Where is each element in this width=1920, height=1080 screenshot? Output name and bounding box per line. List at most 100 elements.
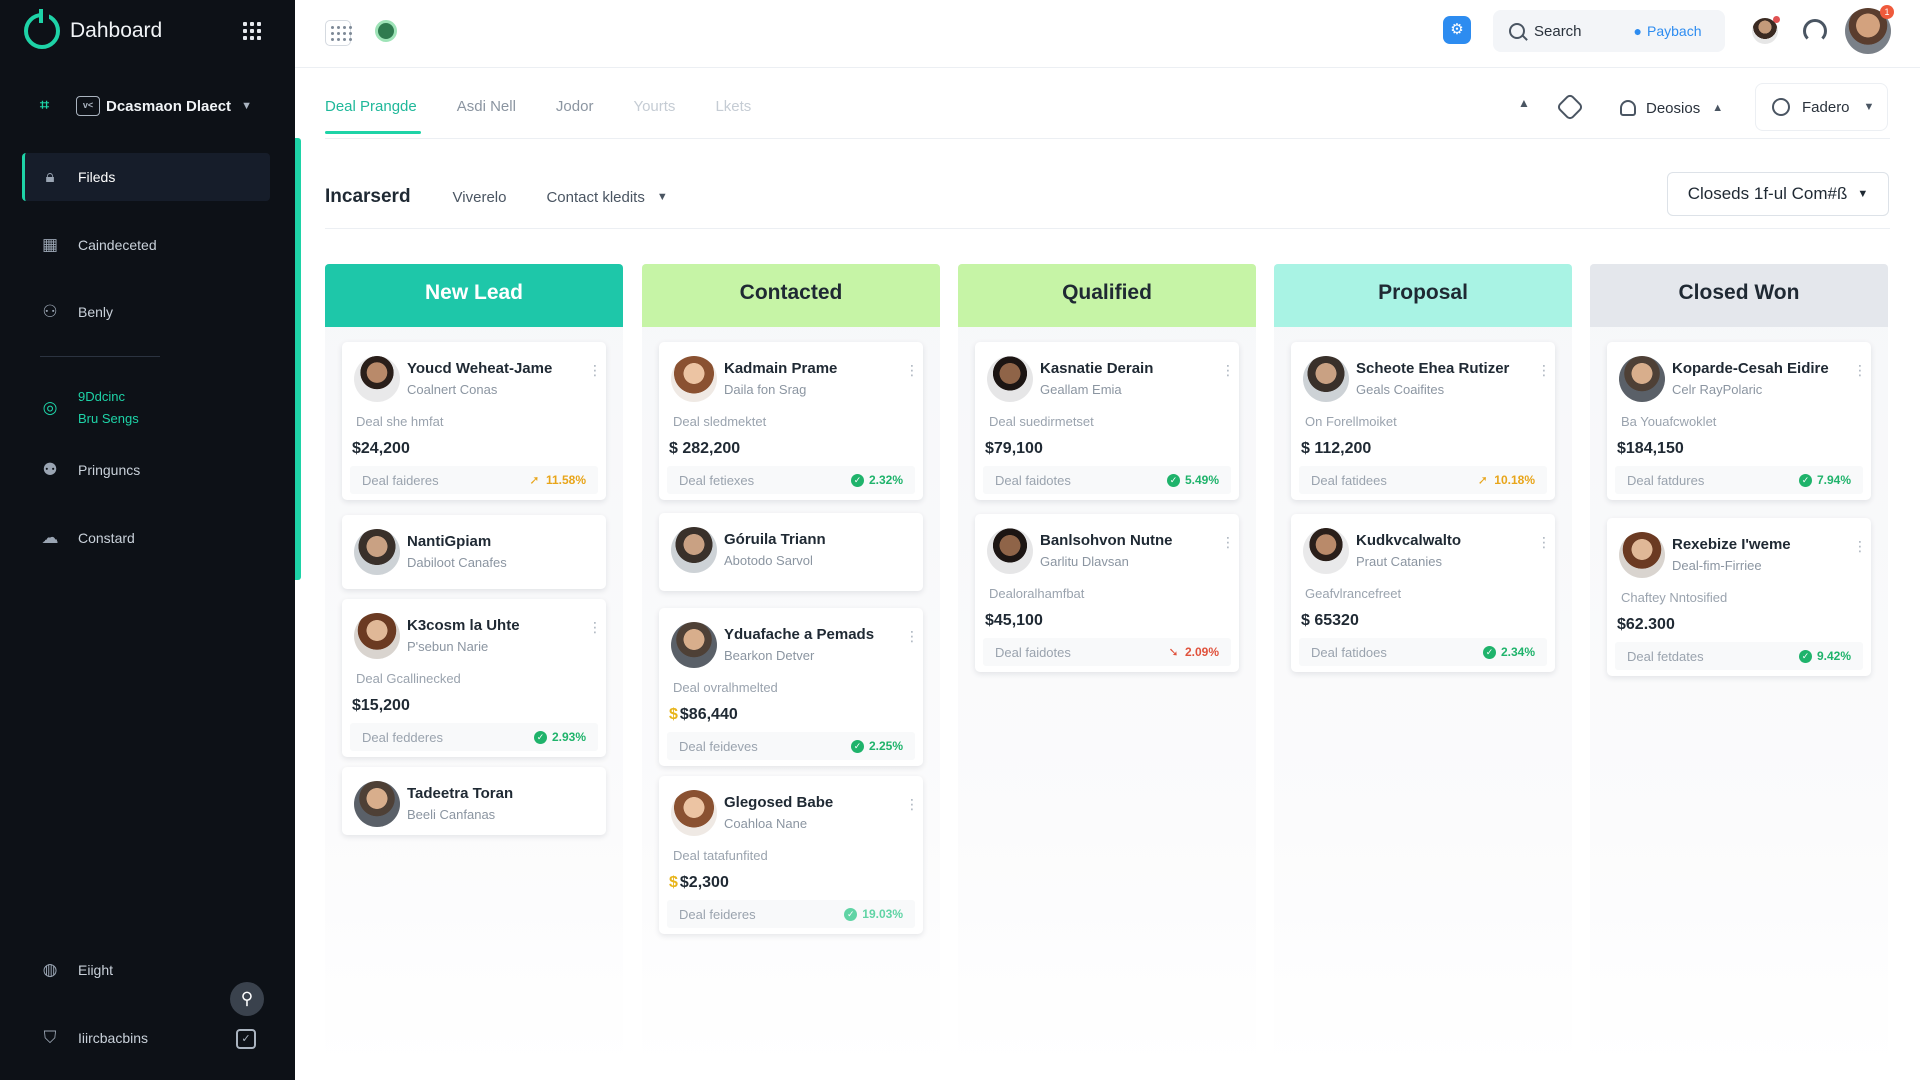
column-header[interactable]: Proposal	[1274, 264, 1572, 327]
more-options-icon[interactable]: ⋮	[588, 620, 602, 634]
inbox-check-icon[interactable]: ✓	[236, 1029, 256, 1049]
sidebar-item-constard[interactable]: ☁︎ Constard	[22, 514, 270, 562]
deal-card[interactable]: Góruila Triann Abotodo Sarvol	[659, 513, 923, 591]
notification-badge: 1	[1880, 5, 1894, 19]
avatar	[987, 356, 1033, 402]
chevron-down-icon[interactable]: ▼	[657, 191, 668, 203]
deal-card[interactable]: K3cosm la Uhte P'sebun Narie ⋮ Deal Gcal…	[342, 599, 606, 757]
sidebar-item-iiircbacbins[interactable]: ⛉ Iiircbacbins	[22, 1014, 270, 1062]
check-circle-icon: ✓	[850, 473, 864, 487]
deal-card[interactable]: Rexebize I'weme Deal-fim-Firriee ⋮ Chaft…	[1607, 518, 1871, 676]
tab-yourts[interactable]: Yourts	[633, 86, 675, 134]
more-options-icon[interactable]: ⋮	[588, 363, 602, 377]
deal-footer: Deal faidotes ✓ 5.49%	[983, 466, 1231, 494]
apps-launcher-icon[interactable]	[325, 20, 352, 46]
deal-description: Deal suedirmetset	[989, 414, 1094, 429]
deal-card[interactable]: Kadmain Prame Daila fon Srag ⋮ Deal sled…	[659, 342, 923, 500]
settings-icon[interactable]	[1555, 92, 1585, 122]
avatar	[354, 613, 400, 659]
contact-filter[interactable]: Contact kledits	[546, 189, 644, 206]
avatar	[1303, 528, 1349, 574]
filter-dropdown[interactable]: Fadero ▼	[1755, 83, 1888, 131]
success-badge: ✓ 19.03%	[844, 907, 903, 921]
sidebar-item-ddcinc[interactable]: ◎ 9Ddcinc Bru Sengs	[22, 382, 270, 434]
chevron-down-icon: ▼	[1863, 101, 1875, 113]
view-toggle[interactable]: Viverelo	[453, 189, 507, 206]
search-bar[interactable]: Search ● Paybach	[1493, 10, 1725, 52]
more-options-icon[interactable]: ⋮	[905, 629, 919, 643]
notifications-dropdown[interactable]: Deosios ▲	[1620, 92, 1723, 124]
workspace-switcher[interactable]: ⌗ v< Dcasmaon Dlaect ▼	[40, 96, 252, 116]
collapse-caret-icon[interactable]: ▲	[1518, 96, 1530, 110]
deal-footer: Deal fatidees ➚ 10.18%	[1299, 466, 1547, 494]
more-options-icon[interactable]: ⋮	[1221, 363, 1235, 377]
deal-card[interactable]: Kudkvcalwalto Praut Catanies ⋮ Geafvlran…	[1291, 514, 1555, 672]
company-name: Beeli Canfanas	[407, 807, 496, 822]
tab-lkets[interactable]: Lkets	[715, 86, 751, 134]
column-qualified: Qualified Kasnatie Derain Geallam Emia ⋮…	[958, 264, 1256, 1070]
app-grid-icon[interactable]	[243, 22, 261, 40]
deal-card[interactable]: Glegosed Babe Coahloa Nane ⋮ Deal tatafu…	[659, 776, 923, 934]
workspace-badge-icon: v<	[76, 96, 100, 116]
brand[interactable]: Dahboard	[24, 9, 162, 50]
contact-name: Tadeetra Toran	[407, 785, 514, 802]
deal-card[interactable]: Youcd Weheat-Jame Coalnert Conas ⋮ Deal …	[342, 342, 606, 500]
sidebar-item-eiight[interactable]: ◍ Eiight	[22, 946, 270, 994]
closed-status-select[interactable]: Closeds 1f-ul Com#ß ▼	[1667, 172, 1889, 216]
success-badge: ✓ 2.93%	[533, 730, 586, 744]
success-badge: ✓ 5.49%	[1166, 473, 1219, 487]
sidebar-item-pringuncs[interactable]: ⚉ Pringuncs	[22, 446, 270, 494]
team-avatar[interactable]	[1752, 16, 1780, 44]
more-options-icon[interactable]: ⋮	[1853, 363, 1867, 377]
column-header[interactable]: Closed Won	[1590, 264, 1888, 327]
footer-label: Deal fedderes	[362, 730, 443, 745]
app-status-icon[interactable]	[375, 20, 397, 42]
more-options-icon[interactable]: ⋮	[905, 363, 919, 377]
company-name: Abotodo Sarvol	[724, 553, 813, 568]
more-options-icon[interactable]: ⋮	[1221, 535, 1235, 549]
footer-label: Deal fetiexes	[679, 473, 755, 488]
integrations-icon[interactable]: ⚙︎	[1443, 16, 1471, 44]
sidebar-item-caindeceted[interactable]: ▦ Caindeceted	[22, 221, 270, 269]
deal-footer: Deal fedderes ✓ 2.93%	[350, 723, 598, 751]
more-options-icon[interactable]: ⋮	[1537, 363, 1551, 377]
tab-deal-prangde[interactable]: Deal Prangde	[325, 86, 421, 134]
deal-card[interactable]: Koparde-Cesah Eidire Celr RayPolaric ⋮ B…	[1607, 342, 1871, 500]
deal-card[interactable]: Tadeetra Toran Beeli Canfanas	[342, 767, 606, 835]
footer-label: Deal faidotes	[995, 645, 1071, 660]
column-header[interactable]: Contacted	[642, 264, 940, 327]
more-options-icon[interactable]: ⋮	[1537, 535, 1551, 549]
sidebar-item-fileds[interactable]: 🔒︎ Fileds	[22, 153, 270, 201]
globe-icon: ◍	[42, 960, 58, 979]
deal-footer: Deal feideres ✓ 19.03%	[667, 900, 915, 928]
deal-description: Chaftey Nntosified	[1621, 590, 1728, 605]
person-icon: ●	[1633, 23, 1642, 39]
avatar	[1619, 356, 1665, 402]
tab-jodor[interactable]: Jodor	[556, 86, 594, 134]
more-options-icon[interactable]: ⋮	[905, 797, 919, 811]
deal-amount: $79,100	[985, 440, 1043, 457]
user-profile-button[interactable]: ⚲	[230, 982, 264, 1016]
company-name: Coahloa Nane	[724, 816, 808, 831]
column-header[interactable]: New Lead	[325, 264, 623, 327]
profile-link[interactable]: Paybach	[1647, 23, 1701, 39]
deal-card[interactable]: Banlsohvon Nutne Garlitu Dlavsan ⋮ Dealo…	[975, 514, 1239, 672]
more-options-icon[interactable]: ⋮	[1853, 539, 1867, 553]
deal-card[interactable]: Kasnatie Derain Geallam Emia ⋮ Deal sued…	[975, 342, 1239, 500]
chevron-down-icon: ▼	[1857, 188, 1869, 200]
column-header[interactable]: Qualified	[958, 264, 1256, 327]
footer-label: Deal fatidoes	[1311, 645, 1387, 660]
filter-divider	[325, 228, 1890, 229]
support-headset-icon[interactable]	[1803, 19, 1827, 43]
avatar	[671, 527, 717, 573]
footer-label: Deal faideres	[362, 473, 439, 488]
contact-name: Koparde-Cesah Eidire	[1672, 360, 1829, 377]
footer-label: Deal fatdures	[1627, 473, 1705, 488]
deal-card[interactable]: Yduafache a Pemads Bearkon Detver ⋮ Deal…	[659, 608, 923, 766]
sidebar-scroll-indicator[interactable]	[295, 138, 301, 580]
contact-name: Youcd Weheat-Jame	[407, 360, 553, 377]
tab-asdi-nell[interactable]: Asdi Nell	[457, 86, 516, 134]
sidebar-item-benly[interactable]: ⚇ Benly	[22, 288, 270, 336]
deal-card[interactable]: Scheote Ehea Rutizer Geals Coaifites ⋮ O…	[1291, 342, 1555, 500]
deal-card[interactable]: NantiGpiam Dabiloot Canafes	[342, 515, 606, 589]
